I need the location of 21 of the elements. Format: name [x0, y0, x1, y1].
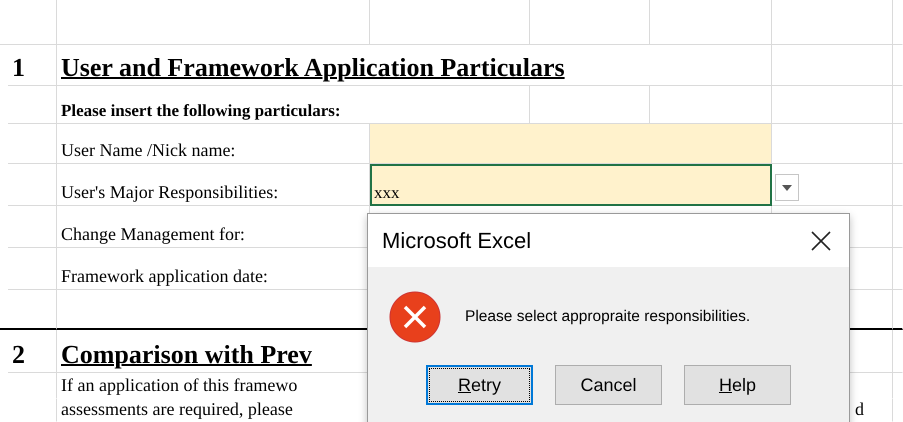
caret-icon	[782, 184, 792, 190]
dialog-title: Microsoft Excel	[382, 228, 532, 254]
grid-cell	[8, 206, 57, 248]
section-number: 1	[8, 45, 57, 86]
grid-cell	[8, 124, 57, 164]
section-title: User and Framework Application Particulars	[57, 45, 772, 86]
dialog-button[interactable]: Retry	[426, 365, 533, 405]
dialog-button[interactable]: Help	[684, 365, 791, 405]
dropdown-button[interactable]	[775, 174, 799, 201]
grid-cell	[8, 248, 57, 290]
dialog-button[interactable]: Cancel	[555, 365, 662, 405]
dialog-message: Please select appropraite responsibilities.	[465, 308, 750, 326]
grid-cell	[8, 290, 57, 330]
input-cell[interactable]	[370, 124, 772, 164]
cell-value: xxx	[374, 183, 400, 203]
field-label: User Name /Nick name:	[57, 124, 370, 164]
grid-cell	[8, 164, 57, 206]
grid-cell	[8, 86, 57, 124]
close-icon	[811, 230, 831, 250]
section-number: 2	[8, 330, 57, 373]
error-icon	[389, 291, 441, 343]
